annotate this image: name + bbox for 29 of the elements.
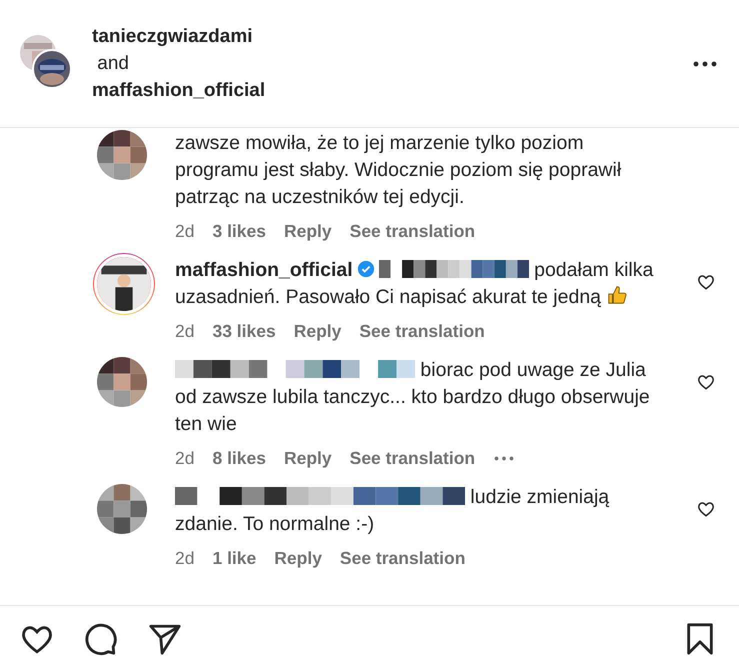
- username[interactable]: tanieczgwiazdami: [92, 23, 693, 50]
- more-options-icon[interactable]: [693, 60, 717, 66]
- see-translation-link[interactable]: See translation: [340, 548, 466, 568]
- reply-button[interactable]: Reply: [284, 220, 332, 242]
- likes-link[interactable]: 33 likes: [212, 320, 276, 342]
- username[interactable]: maffashion_official: [92, 77, 693, 104]
- reply-button[interactable]: Reply: [294, 320, 342, 342]
- comment-text: biorac pod uwage ze Julia od zawsze lubila tanczyc... kto bardzo długo obserwuje ten wie: [175, 358, 651, 437]
- see-translation-link[interactable]: See translation: [350, 448, 476, 468]
- like-heart-icon[interactable]: [697, 500, 715, 518]
- likes-link[interactable]: 1 like: [212, 548, 256, 568]
- likes-link[interactable]: 8 likes: [212, 448, 266, 468]
- comment-time: 2d: [175, 448, 194, 468]
- like-heart-icon[interactable]: [697, 373, 715, 391]
- comment-text: zawsze mowiła, że to jej marzenie tylko poziom programu jest słaby. Widocznie poziom się poprawił patrząc na uczestników tej edycji.: [175, 131, 622, 210]
- reply-button[interactable]: Reply: [274, 548, 322, 568]
- likes-link[interactable]: 3 likes: [212, 220, 266, 242]
- comment-time: 2d: [175, 320, 194, 342]
- comment-icon[interactable]: [84, 622, 118, 656]
- comment-time: 2d: [175, 548, 194, 568]
- see-translation-link[interactable]: See translation: [359, 320, 485, 342]
- reply-button[interactable]: Reply: [284, 448, 332, 468]
- share-icon[interactable]: [148, 622, 182, 656]
- comment-text: ludzie zmieniają zdanie. To normalne :-): [175, 485, 610, 537]
- comment-time: 2d: [175, 220, 194, 242]
- comment-text: maffashion_official podałam kilka uzasadnień. Pasowało Ci napisać akurat te jedną: [175, 258, 654, 310]
- see-translation-link[interactable]: See translation: [350, 220, 476, 242]
- like-heart-icon[interactable]: [697, 273, 715, 291]
- joiner-text: and: [96, 52, 130, 76]
